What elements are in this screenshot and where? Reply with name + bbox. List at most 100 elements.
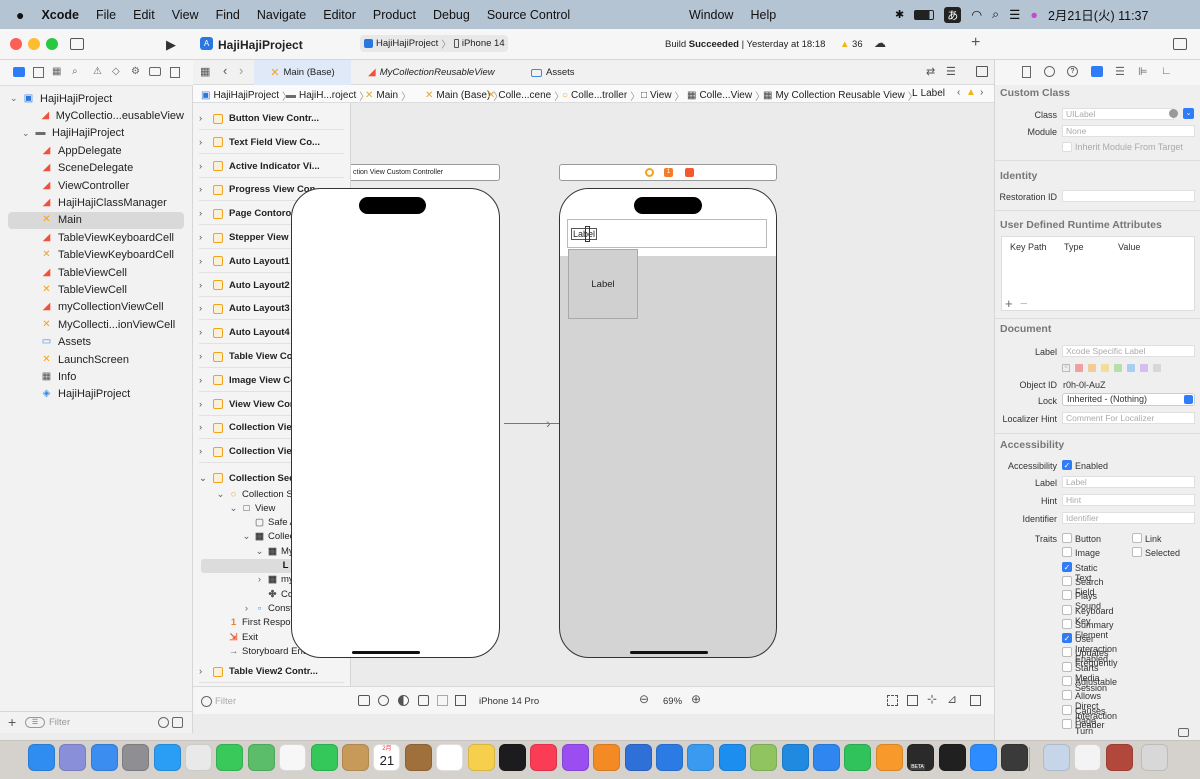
bluetooth-icon[interactable]: ✱ [895, 8, 904, 21]
cell-label[interactable]: Label [591, 279, 614, 290]
first-responder-icon[interactable]: 1 [664, 168, 673, 177]
recent-files-icon[interactable] [158, 717, 169, 728]
resize-handle-icon[interactable] [585, 226, 590, 242]
orientation-icon[interactable] [418, 695, 429, 706]
breadcrumb-item[interactable]: ✕ Colle...cene 〉 [487, 88, 564, 103]
breadcrumb-item[interactable]: ✕ Main 〉 [365, 88, 411, 103]
menu-edit[interactable]: Edit [133, 8, 155, 22]
wifi-icon[interactable]: ◠ [971, 7, 982, 22]
collection-cell[interactable]: Label [568, 249, 638, 319]
breakpoint-navigator-icon[interactable] [149, 67, 161, 76]
class-dropdown-icon[interactable]: ⌄ [1183, 108, 1194, 119]
chevron-right-icon[interactable]: › [199, 666, 213, 677]
safari-icon[interactable] [153, 744, 181, 771]
chevron-right-icon[interactable]: › [199, 375, 213, 386]
navigator-item[interactable]: ✕ TableViewCell [8, 281, 184, 298]
trait-checkbox[interactable]: ✓ [1062, 561, 1072, 572]
breadcrumb-item[interactable]: ▦ Colle...View 〉 [687, 88, 765, 103]
system-settings-icon[interactable] [122, 744, 150, 771]
connections-inspector-icon[interactable]: ∟ [1161, 65, 1172, 77]
trait-checkbox[interactable] [1132, 533, 1142, 543]
device-size-icon[interactable] [437, 695, 448, 706]
collection-header-view[interactable]: Label [567, 219, 767, 248]
battery-icon[interactable] [914, 9, 935, 20]
scene-row[interactable]: › Table View2 Contr... [199, 661, 344, 683]
navigator-item[interactable]: ◢ TableViewKeyboardCell [8, 229, 184, 246]
navigator-item[interactable]: ✕ MyCollecti...ionViewCell [8, 316, 184, 333]
column-key-path[interactable]: Key Path [1010, 242, 1047, 252]
minimize-window-button[interactable] [28, 38, 40, 50]
notebook-icon[interactable] [404, 744, 432, 771]
color-swatch[interactable] [1075, 364, 1083, 372]
accessibility-enabled-checkbox[interactable]: ✓ [1062, 460, 1072, 470]
reminders-icon[interactable] [436, 744, 464, 771]
preview-icon[interactable] [1042, 744, 1070, 771]
accessibility-icon[interactable] [378, 695, 389, 706]
breadcrumb-item[interactable]: □ View 〉 [641, 88, 685, 103]
menu-help[interactable]: Help [750, 8, 776, 22]
input-method-icon[interactable]: あ [944, 6, 962, 23]
app-menu[interactable]: Xcode [41, 8, 79, 22]
run-button[interactable]: ▶ [166, 37, 176, 53]
navigator-item[interactable]: ◢ MyCollectio...eusableView [8, 107, 184, 124]
exit-icon[interactable] [685, 168, 694, 177]
chevron-right-icon[interactable]: › [199, 422, 213, 433]
add-constraints-icon[interactable]: ⊹ [927, 692, 937, 706]
inspector-footer-icon[interactable] [1178, 728, 1189, 737]
report-navigator-icon[interactable] [170, 67, 180, 78]
menu-navigate[interactable]: Navigate [257, 8, 306, 22]
navigator-item[interactable]: ◈ HajiHajiProject [8, 386, 184, 403]
refresh-icon[interactable]: ⇄ [926, 65, 935, 78]
chevron-down-icon[interactable]: ⌄ [199, 473, 213, 484]
issue-prev-icon[interactable]: ‹ [957, 87, 960, 98]
find-navigator-icon[interactable]: ⌕ [72, 66, 78, 77]
inspector-toggle-icon[interactable] [1173, 38, 1187, 50]
navigator-item[interactable]: ▦ Info [8, 368, 184, 385]
column-value[interactable]: Value [1118, 242, 1140, 252]
trait-checkbox[interactable] [1062, 590, 1072, 601]
tab-main-base[interactable]: ✕ Main (Base) [254, 60, 351, 85]
warning-badge[interactable]: ▲ 36 [840, 39, 863, 50]
color-swatch[interactable] [1153, 364, 1161, 372]
chevron-down-icon[interactable]: ⌄ [214, 489, 227, 500]
navigator-item[interactable]: ◢ HajiHajiClassManager [8, 194, 184, 211]
menu-find[interactable]: Find [216, 8, 240, 22]
instruments-icon[interactable] [656, 744, 683, 771]
column-type[interactable]: Type [1064, 242, 1084, 252]
split-editor-icon[interactable] [976, 66, 988, 77]
maps-icon[interactable] [247, 744, 275, 771]
trait-checkbox[interactable]: ✓ [1062, 633, 1072, 644]
related-items-icon[interactable]: ▦ [200, 65, 210, 78]
trait-checkbox[interactable] [1062, 575, 1072, 586]
menubar-clock[interactable]: 2月21日(火) 11:37 [1048, 5, 1149, 24]
size-inspector-icon[interactable]: ⊫ [1138, 65, 1148, 78]
terminal-icon[interactable] [938, 744, 966, 771]
align-icon[interactable] [907, 695, 918, 706]
class-goto-icon[interactable] [1169, 109, 1178, 118]
issue-next-icon[interactable]: › [980, 87, 983, 98]
chevron-right-icon[interactable]: › [199, 137, 213, 148]
add-file-button[interactable]: + [8, 714, 16, 730]
navigator-item[interactable]: ⌄ ▣ HajiHajiProject [8, 90, 184, 107]
issue-navigator-icon[interactable]: ⚠ [93, 66, 102, 77]
trash-icon[interactable] [1141, 744, 1168, 771]
show-scm-icon[interactable] [172, 717, 183, 728]
mail-icon[interactable] [90, 744, 118, 771]
test-navigator-icon[interactable]: ◇ [112, 66, 120, 77]
outline-tree-item[interactable]: ⌄ □ View [227, 501, 276, 515]
xcode-beta-icon[interactable] [624, 744, 652, 771]
notes-icon[interactable] [467, 744, 495, 771]
chevron-right-icon[interactable]: › [199, 327, 213, 338]
color-swatch[interactable] [1127, 364, 1135, 372]
pages-icon[interactable] [875, 744, 903, 771]
resolve-issues-icon[interactable]: ⊿ [947, 692, 957, 706]
file-inspector-icon[interactable] [1022, 66, 1031, 78]
chevron-right-icon[interactable]: › [199, 161, 213, 172]
app-store-icon[interactable] [718, 744, 746, 771]
navigator-item[interactable]: ◢ TableViewCell [8, 264, 184, 281]
keynote-icon[interactable] [813, 744, 840, 771]
restoration-id-field[interactable] [1062, 190, 1195, 202]
textedit-icon[interactable] [1074, 744, 1102, 771]
breadcrumb-item[interactable]: ▦ My Collection Reusable View 〉 [763, 88, 918, 103]
trait-checkbox[interactable] [1062, 618, 1072, 629]
